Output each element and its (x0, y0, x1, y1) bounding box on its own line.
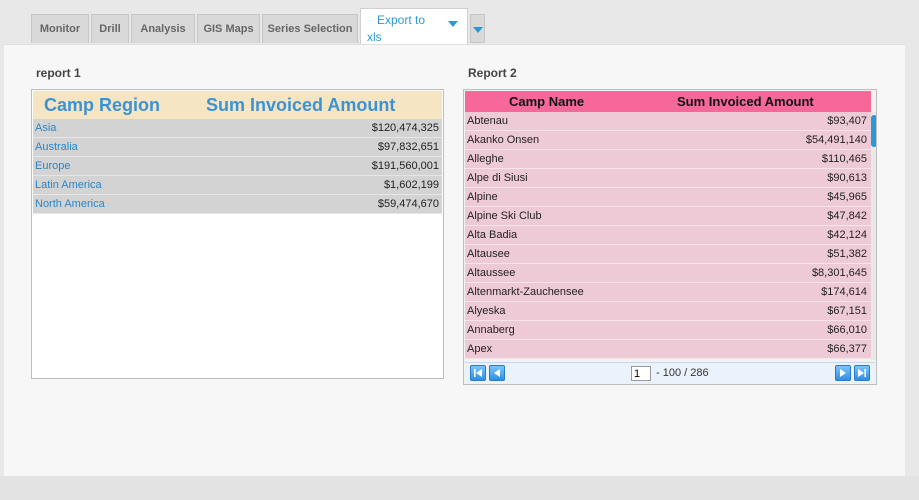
main-panel: report 1 Camp Region Sum Invoiced Amount… (4, 44, 905, 477)
region-link[interactable]: Australia (35, 141, 78, 153)
export-dropdown[interactable]: Export to xls (360, 8, 468, 44)
tab-gis-maps[interactable]: GIS Maps (197, 14, 260, 43)
camp-name-cell: Apex (467, 343, 493, 355)
report2-table: Camp Name Sum Invoiced Amount Abtenau $93… (463, 89, 877, 385)
report2-col-camp-name[interactable]: Camp Name (509, 94, 584, 109)
table-row[interactable]: North America $59,474,670 (33, 195, 442, 214)
previous-page-button[interactable] (489, 365, 505, 381)
table-row[interactable]: Asia $120,474,325 (33, 119, 442, 138)
camp-name-cell: Alpe di Siusi (467, 172, 528, 184)
table-row[interactable]: Latin America $1,602,199 (33, 176, 442, 195)
amount-cell: $120,474,325 (371, 122, 439, 134)
table-row[interactable]: Altaussee $8,301,645 (465, 264, 871, 283)
table-row[interactable]: Europe $191,560,001 (33, 157, 442, 176)
export-format: xls (367, 30, 382, 44)
amount-cell: $90,613 (827, 172, 867, 184)
amount-cell: $97,832,651 (377, 141, 439, 153)
report1-table: Camp Region Sum Invoiced Amount Asia $12… (31, 89, 444, 379)
table-row[interactable]: Apex $66,377 (465, 340, 871, 359)
report2-scrollbar[interactable] (871, 112, 876, 360)
report1-col-camp-region[interactable]: Camp Region (44, 95, 160, 116)
export-label: Export to (377, 13, 426, 27)
amount-cell: $42,124 (827, 229, 867, 241)
region-link[interactable]: Europe (35, 160, 70, 172)
amount-cell: $51,382 (827, 248, 867, 260)
report2-header: Camp Name Sum Invoiced Amount (465, 91, 871, 112)
first-page-icon (474, 369, 482, 377)
table-row[interactable]: Altenmarkt-Zauchensee $174,614 (465, 283, 871, 302)
table-row[interactable]: Australia $97,832,651 (33, 138, 442, 157)
report1-title: report 1 (36, 66, 81, 80)
report1-col-sum-invoiced[interactable]: Sum Invoiced Amount (206, 95, 395, 116)
table-row[interactable]: Alpe di Siusi $90,613 (465, 169, 871, 188)
camp-name-cell: Altaussee (467, 267, 516, 279)
region-link[interactable]: Asia (35, 122, 56, 134)
camp-name-cell: Alyeska (467, 305, 506, 317)
amount-cell: $1,602,199 (383, 179, 439, 191)
region-link[interactable]: Latin America (35, 179, 102, 191)
camp-name-cell: Alleghe (467, 153, 504, 165)
chevron-down-icon (448, 21, 458, 27)
amount-cell: $93,407 (827, 115, 867, 127)
amount-cell: $174,614 (821, 286, 867, 298)
region-link[interactable]: North America (35, 198, 105, 210)
chevron-down-icon (473, 27, 483, 33)
amount-cell: $54,491,140 (805, 134, 867, 146)
page-number-input[interactable] (631, 366, 651, 381)
page-range-label: - 100 / 286 (656, 367, 709, 379)
table-row[interactable]: Akanko Onsen $54,491,140 (465, 131, 871, 150)
tab-monitor[interactable]: Monitor (31, 14, 89, 43)
amount-cell: $67,151 (827, 305, 867, 317)
camp-name-cell: Annaberg (467, 324, 515, 336)
amount-cell: $110,465 (821, 153, 867, 165)
pagination-bar: - 100 / 286 (465, 362, 875, 384)
table-row[interactable]: Altausee $51,382 (465, 245, 871, 264)
tab-analysis[interactable]: Analysis (131, 14, 195, 43)
scrollbar-thumb[interactable] (871, 115, 876, 147)
tab-series-selection[interactable]: Series Selection (262, 14, 358, 43)
report2-col-sum-invoiced[interactable]: Sum Invoiced Amount (677, 94, 814, 109)
report2-title: Report 2 (468, 66, 517, 80)
table-row[interactable]: Abtenau $93,407 (465, 112, 871, 131)
amount-cell: $191,560,001 (371, 160, 439, 172)
amount-cell: $59,474,670 (377, 198, 439, 210)
camp-name-cell: Abtenau (467, 115, 508, 127)
amount-cell: $45,965 (827, 191, 867, 203)
table-row[interactable]: Alpine $45,965 (465, 188, 871, 207)
next-page-button[interactable] (835, 365, 851, 381)
camp-name-cell: Altausee (467, 248, 510, 260)
table-row[interactable]: Alleghe $110,465 (465, 150, 871, 169)
tab-drill[interactable]: Drill (91, 14, 129, 43)
table-row[interactable]: Alpine Ski Club $47,842 (465, 207, 871, 226)
table-row[interactable]: Annaberg $66,010 (465, 321, 871, 340)
last-page-icon (858, 369, 866, 377)
report2-body[interactable]: Abtenau $93,407 Akanko Onsen $54,491,140 A… (465, 112, 871, 360)
camp-name-cell: Alta Badia (467, 229, 518, 241)
footer-strip (0, 476, 919, 500)
camp-name-cell: Alpine (467, 191, 498, 203)
last-page-button[interactable] (854, 365, 870, 381)
amount-cell: $66,377 (827, 343, 867, 355)
first-page-button[interactable] (470, 365, 486, 381)
amount-cell: $8,301,645 (811, 267, 867, 279)
report1-header: Camp Region Sum Invoiced Amount (33, 91, 442, 119)
previous-page-icon (494, 369, 500, 377)
camp-name-cell: Altenmarkt-Zauchensee (467, 286, 584, 298)
camp-name-cell: Akanko Onsen (467, 134, 540, 146)
amount-cell: $66,010 (827, 324, 867, 336)
tabs-more-button[interactable] (470, 14, 485, 43)
amount-cell: $47,842 (827, 210, 867, 222)
table-row[interactable]: Alta Badia $42,124 (465, 226, 871, 245)
next-page-icon (840, 369, 846, 377)
camp-name-cell: Alpine Ski Club (467, 210, 542, 222)
table-row[interactable]: Alyeska $67,151 (465, 302, 871, 321)
